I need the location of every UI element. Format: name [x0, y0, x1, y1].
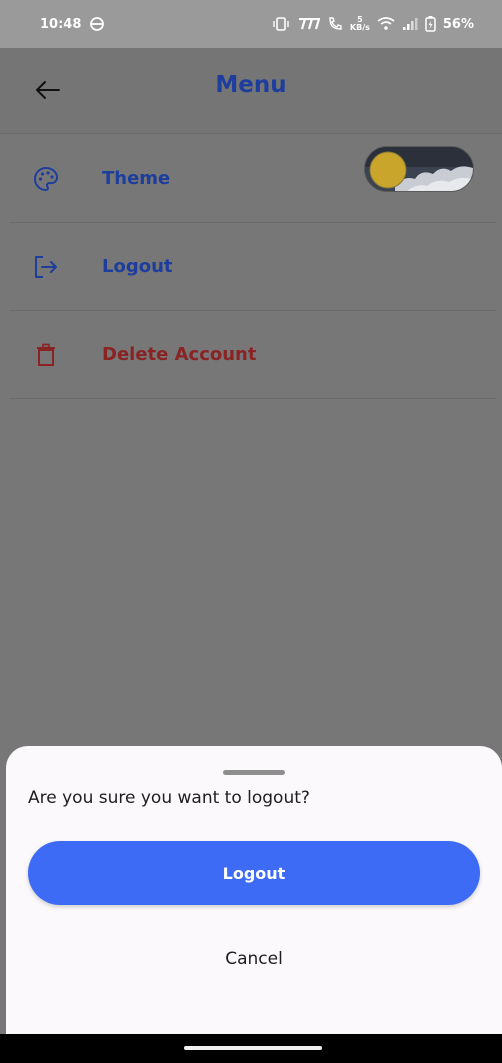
status-right: 5 KB/s 56% — [271, 16, 474, 32]
home-indicator[interactable] — [184, 1046, 322, 1050]
menu-item-label: Delete Account — [102, 344, 257, 365]
theme-toggle[interactable] — [364, 146, 474, 192]
trash-icon — [26, 335, 66, 375]
logout-question: Are you sure you want to logout? — [28, 788, 310, 808]
network-speed: 5 KB/s — [350, 16, 370, 32]
status-left: 10:48 — [40, 16, 105, 32]
signal-icon — [402, 17, 418, 31]
menu-item-logout[interactable]: Logout — [10, 223, 496, 311]
app-bar: Menu — [0, 48, 502, 134]
menu-item-label: Logout — [102, 256, 173, 277]
wifi-call-icon — [327, 16, 343, 32]
drag-handle[interactable] — [223, 770, 285, 775]
volte-icon — [298, 18, 320, 30]
menu-list: Theme Logout Delete Account — [10, 135, 496, 399]
vibrate-icon — [271, 17, 291, 31]
menu-item-delete-account[interactable]: Delete Account — [10, 311, 496, 399]
palette-icon — [26, 159, 66, 199]
logout-icon — [26, 247, 66, 287]
menu-item-label: Theme — [102, 168, 171, 189]
status-time: 10:48 — [40, 16, 82, 32]
logout-confirm-button[interactable]: Logout — [28, 841, 480, 905]
navigation-bar — [0, 1034, 502, 1063]
wifi-icon — [377, 17, 395, 31]
status-bar: 10:48 5 KB/s 56% — [0, 0, 502, 48]
page-title: Menu — [215, 72, 287, 98]
menu-item-theme[interactable]: Theme — [10, 135, 496, 223]
vpn-icon — [89, 16, 105, 32]
battery-percent: 56% — [442, 16, 474, 32]
cancel-button[interactable]: Cancel — [178, 938, 330, 980]
battery-icon — [425, 16, 436, 32]
logout-bottom-sheet: Are you sure you want to logout? Logout … — [6, 746, 502, 1034]
network-speed-unit: KB/s — [349, 23, 370, 32]
